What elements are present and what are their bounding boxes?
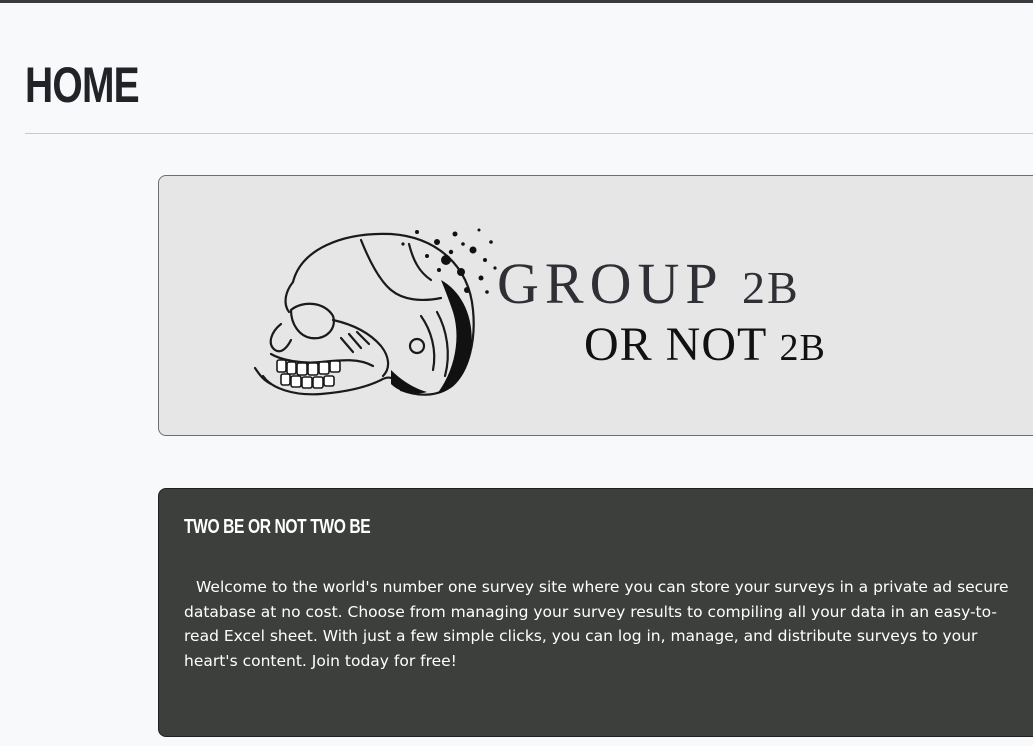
welcome-card: TWO BE OR NOT TWO BE Welcome to the worl… — [158, 488, 1033, 737]
top-border-bar — [0, 0, 1033, 3]
title-divider — [25, 133, 1033, 134]
logo-text-or-not: OR NOT — [584, 318, 780, 371]
logo-text-group: GROUP — [497, 251, 742, 316]
hero-banner: GROUP 2B OR NOT 2B — [158, 175, 1033, 436]
skull-icon — [253, 228, 497, 396]
page-title: HOME — [25, 57, 140, 113]
card-body-text: Welcome to the world's number one survey… — [184, 578, 1009, 670]
logo-text-2b-second: 2B — [779, 327, 826, 369]
logo-text-line1: GROUP 2B — [497, 254, 800, 318]
card-heading: TWO BE OR NOT TWO BE — [184, 516, 371, 538]
logo-text-line2: OR NOT 2B — [584, 320, 826, 373]
logo-text-2b: 2B — [741, 262, 800, 313]
